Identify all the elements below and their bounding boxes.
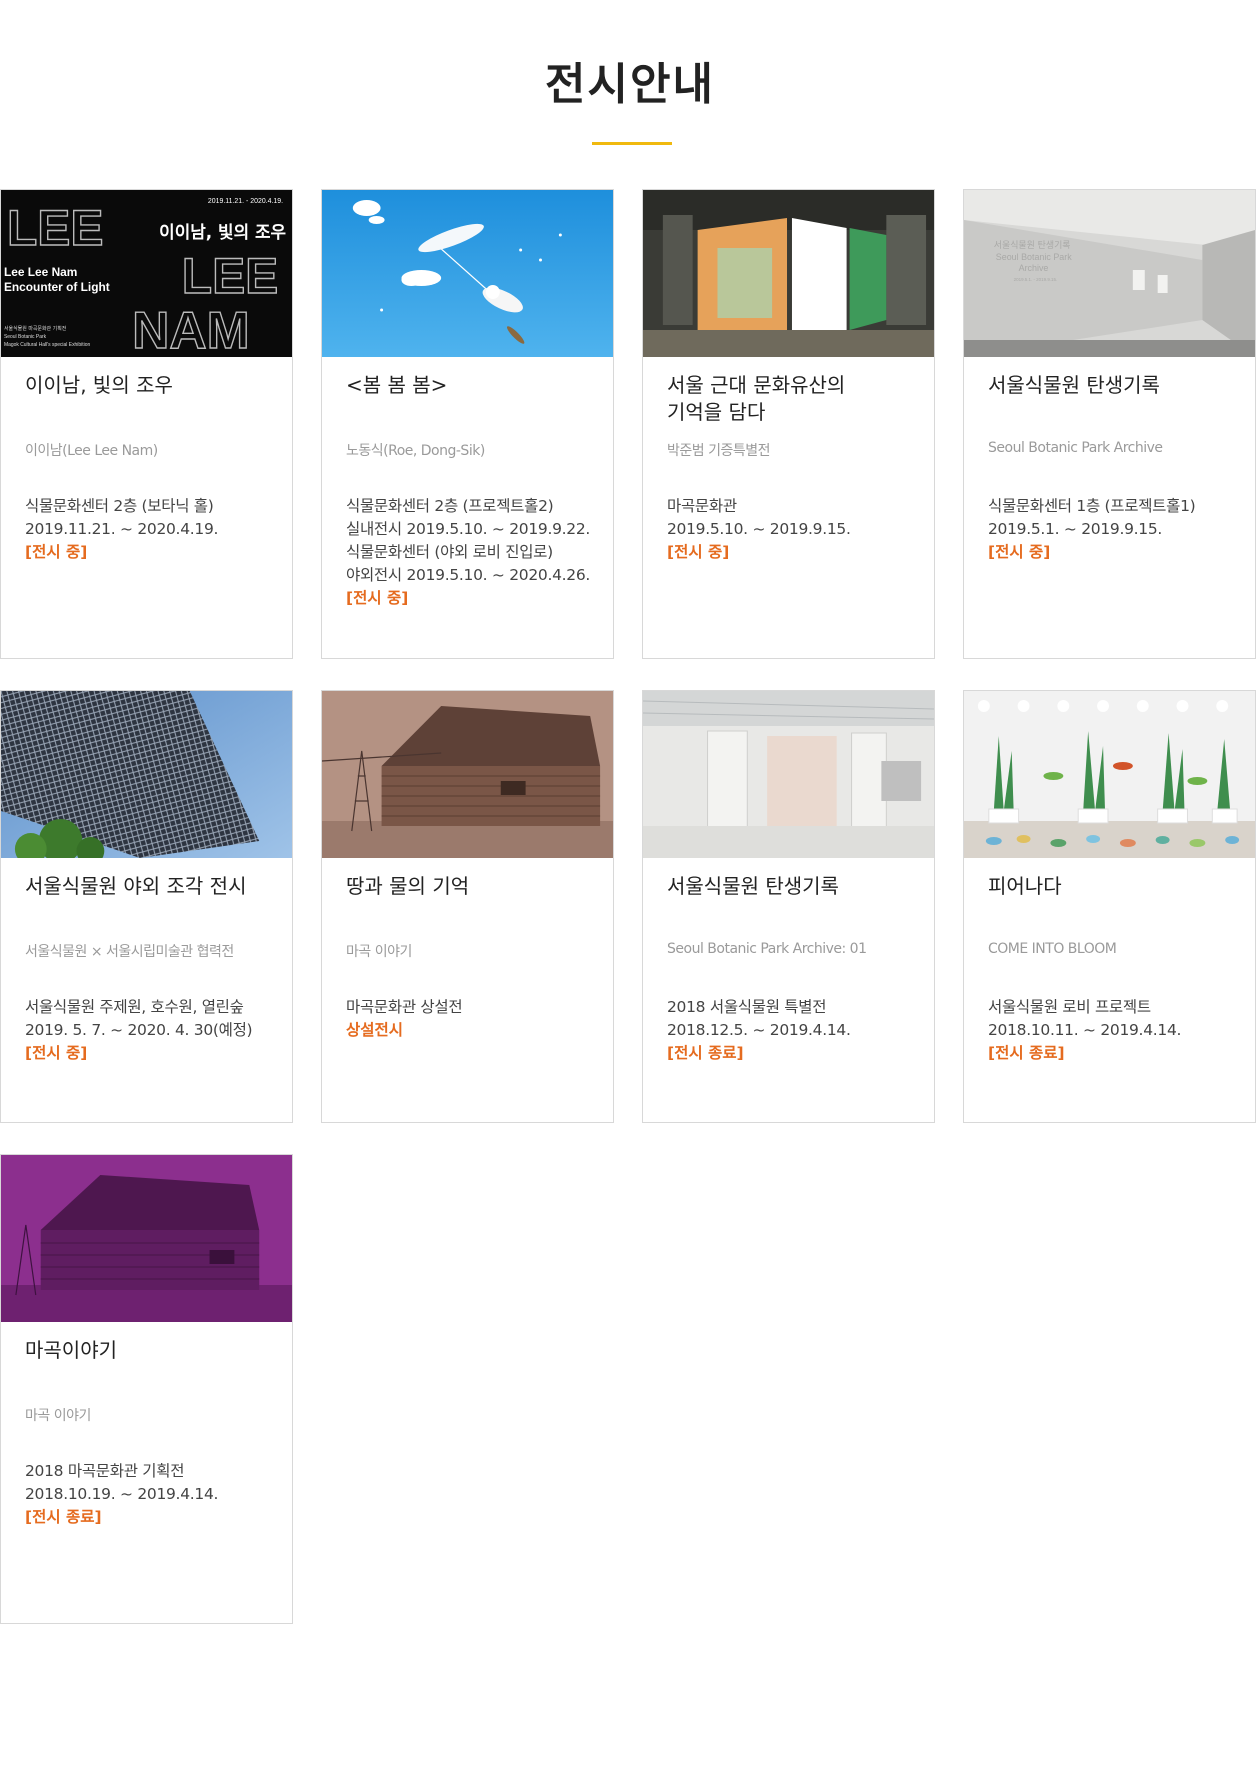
exhibition-artist: 마곡 이야기 (346, 944, 412, 960)
svg-text:2019.11.21. - 2020.4.19.: 2019.11.21. - 2020.4.19. (208, 198, 283, 205)
exhibition-period: 2019. 5. 7. ~ 2020. 4. 30(예정) (25, 1021, 253, 1039)
exhibition-period: 2018.12.5. ~ 2019.4.14. (667, 1021, 851, 1039)
exhibition-details: 서울식물원 주제원, 호수원, 열린숲 2019. 5. 7. ~ 2020. … (25, 996, 290, 1065)
page-title: 전시안내 (545, 59, 715, 110)
exhibition-period: 2019.5.1. ~ 2019.9.15. (988, 520, 1163, 538)
exhibition-period: 실내전시 2019.5.10. ~ 2019.9.22. (346, 520, 591, 538)
exhibition-title[interactable]: 서울식물원 탄생기록 (667, 873, 917, 900)
exhibition-status: [전시 중] (25, 543, 88, 561)
svg-text:LEE: LEE (7, 200, 104, 256)
exhibition-title[interactable]: 마곡이야기 (25, 1337, 275, 1364)
exhibition-thumbnail-outdoor-sculpture[interactable] (1, 691, 292, 858)
exhibition-thumbnail-bom-bom-bom[interactable] (322, 190, 613, 357)
exhibition-artist: Seoul Botanic Park Archive (988, 440, 1163, 456)
svg-text:Seoul Botanic Park: Seoul Botanic Park (996, 252, 1072, 262)
exhibition-title[interactable]: 이이남, 빛의 조우 (25, 372, 275, 399)
exhibition-thumbnail-botanic-archive-01[interactable] (643, 691, 934, 858)
svg-text:이이남, 빛의 조우: 이이남, 빛의 조우 (159, 222, 286, 242)
exhibition-title[interactable]: 서울 근대 문화유산의 기억을 담다 (667, 372, 917, 426)
exhibition-thumbnail-seoul-modern-heritage[interactable] (643, 190, 934, 357)
exhibition-card-outdoor-sculpture[interactable]: 서울식물원 야외 조각 전시 서울식물원 × 서울시립미술관 협력전 서울식물원… (0, 690, 293, 1123)
exhibition-venue: 식물문화센터 1층 (프로젝트홀1) (988, 497, 1196, 515)
exhibition-status: [전시 중] (346, 589, 409, 607)
exhibition-status: [전시 중] (988, 543, 1051, 561)
exhibition-status: [전시 종료] (25, 1508, 102, 1526)
exhibition-status: [전시 중] (25, 1044, 88, 1062)
exhibition-artist: COME INTO BLOOM (988, 941, 1117, 957)
exhibition-status: [전시 중] (667, 543, 730, 561)
exhibition-venue: 식물문화센터 2층 (프로젝트홀2) (346, 497, 554, 515)
svg-text:서울식물원 탄생기록: 서울식물원 탄생기록 (994, 240, 1071, 251)
svg-text:Archive: Archive (1019, 263, 1049, 273)
svg-text:서울식물원 마곡문화관 기획전: 서울식물원 마곡문화관 기획전 (4, 325, 67, 332)
svg-text:NAM: NAM (132, 301, 250, 357)
exhibition-title[interactable]: 서울식물원 탄생기록 (988, 372, 1238, 399)
svg-text:Magok Cultural Hall's special: Magok Cultural Hall's special Exhibition (4, 342, 90, 348)
exhibition-artist: 박준범 기증특별전 (667, 443, 771, 459)
exhibition-period: 2018.10.11. ~ 2019.4.14. (988, 1021, 1182, 1039)
exhibition-card-botanic-archive-01[interactable]: 서울식물원 탄생기록 Seoul Botanic Park Archive: 0… (642, 690, 935, 1123)
exhibition-card-magok-story[interactable]: 마곡이야기 마곡 이야기 2018 마곡문화관 기획전 2018.10.19. … (0, 1154, 293, 1624)
exhibition-artist: Seoul Botanic Park Archive: 01 (667, 941, 867, 957)
exhibition-card-botanic-archive[interactable]: 서울식물원 탄생기록 Seoul Botanic Park Archive 20… (963, 189, 1256, 659)
exhibition-card-seoul-modern-heritage[interactable]: 서울 근대 문화유산의 기억을 담다 박준범 기증특별전 마곡문화관 2019.… (642, 189, 935, 659)
exhibition-title-line: 서울 근대 문화유산의 (667, 373, 846, 397)
exhibition-thumbnail-come-into-bloom[interactable] (964, 691, 1255, 858)
exhibition-title[interactable]: 서울식물원 야외 조각 전시 (25, 873, 275, 900)
exhibition-period: 야외전시 2019.5.10. ~ 2020.4.26. (346, 566, 591, 584)
exhibition-details: 식물문화센터 1층 (프로젝트홀1) 2019.5.1. ~ 2019.9.15… (988, 495, 1253, 564)
exhibition-card-lee-lee-nam[interactable]: LEE LEE NAM 2019.11.21. - 2020.4.19. 이이남… (0, 189, 293, 659)
exhibition-details: 2018 마곡문화관 기획전 2018.10.19. ~ 2019.4.14. … (25, 1460, 290, 1529)
exhibition-thumbnail-botanic-archive[interactable]: 서울식물원 탄생기록 Seoul Botanic Park Archive 20… (964, 190, 1255, 357)
exhibition-details: 식물문화센터 2층 (프로젝트홀2) 실내전시 2019.5.10. ~ 201… (346, 495, 611, 610)
exhibition-venue: 마곡문화관 (667, 497, 737, 515)
title-underline (592, 142, 672, 145)
exhibition-thumbnail-lee-lee-nam[interactable]: LEE LEE NAM 2019.11.21. - 2020.4.19. 이이남… (1, 190, 292, 357)
exhibition-venue: 2018 마곡문화관 기획전 (25, 1462, 185, 1480)
svg-text:Encounter of Light: Encounter of Light (4, 280, 110, 294)
exhibition-artist: 이이남(Lee Lee Nam) (25, 443, 158, 459)
exhibition-title[interactable]: 땅과 물의 기억 (346, 873, 596, 900)
exhibition-artist: 노동식(Roe, Dong-Sik) (346, 443, 485, 459)
svg-text:Seoul Botanic Park: Seoul Botanic Park (4, 334, 47, 340)
exhibition-details: 서울식물원 로비 프로젝트 2018.10.11. ~ 2019.4.14. [… (988, 996, 1253, 1065)
exhibition-venue: 2018 서울식물원 특별전 (667, 998, 827, 1016)
svg-text:LEE: LEE (182, 248, 279, 304)
exhibition-venue: 서울식물원 로비 프로젝트 (988, 998, 1151, 1016)
exhibition-venue: 식물문화센터 (야외 로비 진입로) (346, 543, 553, 561)
exhibition-card-land-water-memory[interactable]: 땅과 물의 기억 마곡 이야기 마곡문화관 상설전 상설전시 (321, 690, 614, 1123)
exhibition-period: 2019.11.21. ~ 2020.4.19. (25, 520, 219, 538)
exhibition-thumbnail-magok-story[interactable] (1, 1155, 292, 1322)
exhibition-period: 2018.10.19. ~ 2019.4.14. (25, 1485, 219, 1503)
exhibition-title[interactable]: 피어나다 (988, 873, 1238, 900)
exhibition-details: 마곡문화관 상설전 상설전시 (346, 996, 611, 1042)
exhibition-details: 마곡문화관 2019.5.10. ~ 2019.9.15. [전시 중] (667, 495, 932, 564)
exhibition-venue: 서울식물원 주제원, 호수원, 열린숲 (25, 998, 244, 1016)
svg-text:2019.5.1. - 2019.9.15.: 2019.5.1. - 2019.9.15. (1014, 277, 1058, 282)
exhibition-artist: 서울식물원 × 서울시립미술관 협력전 (25, 944, 234, 960)
exhibition-card-bom-bom-bom[interactable]: <봄 봄 봄> 노동식(Roe, Dong-Sik) 식물문화센터 2층 (프로… (321, 189, 614, 659)
exhibition-status: 상설전시 (346, 1021, 404, 1039)
exhibition-thumbnail-land-water-memory[interactable] (322, 691, 613, 858)
exhibition-title-line: 기억을 담다 (667, 400, 766, 424)
exhibition-status: [전시 종료] (988, 1044, 1065, 1062)
exhibition-period: 2019.5.10. ~ 2019.9.15. (667, 520, 851, 538)
svg-text:Lee Lee Nam: Lee Lee Nam (4, 265, 77, 279)
exhibition-status: [전시 종료] (667, 1044, 744, 1062)
exhibition-details: 식물문화센터 2층 (보타닉 홀) 2019.11.21. ~ 2020.4.1… (25, 495, 290, 564)
exhibition-venue: 식물문화센터 2층 (보타닉 홀) (25, 497, 214, 515)
exhibition-title[interactable]: <봄 봄 봄> (346, 372, 596, 399)
exhibition-artist: 마곡 이야기 (25, 1408, 91, 1424)
exhibition-details: 2018 서울식물원 특별전 2018.12.5. ~ 2019.4.14. [… (667, 996, 932, 1065)
exhibition-card-come-into-bloom[interactable]: 피어나다 COME INTO BLOOM 서울식물원 로비 프로젝트 2018.… (963, 690, 1256, 1123)
exhibition-venue: 마곡문화관 상설전 (346, 998, 463, 1016)
